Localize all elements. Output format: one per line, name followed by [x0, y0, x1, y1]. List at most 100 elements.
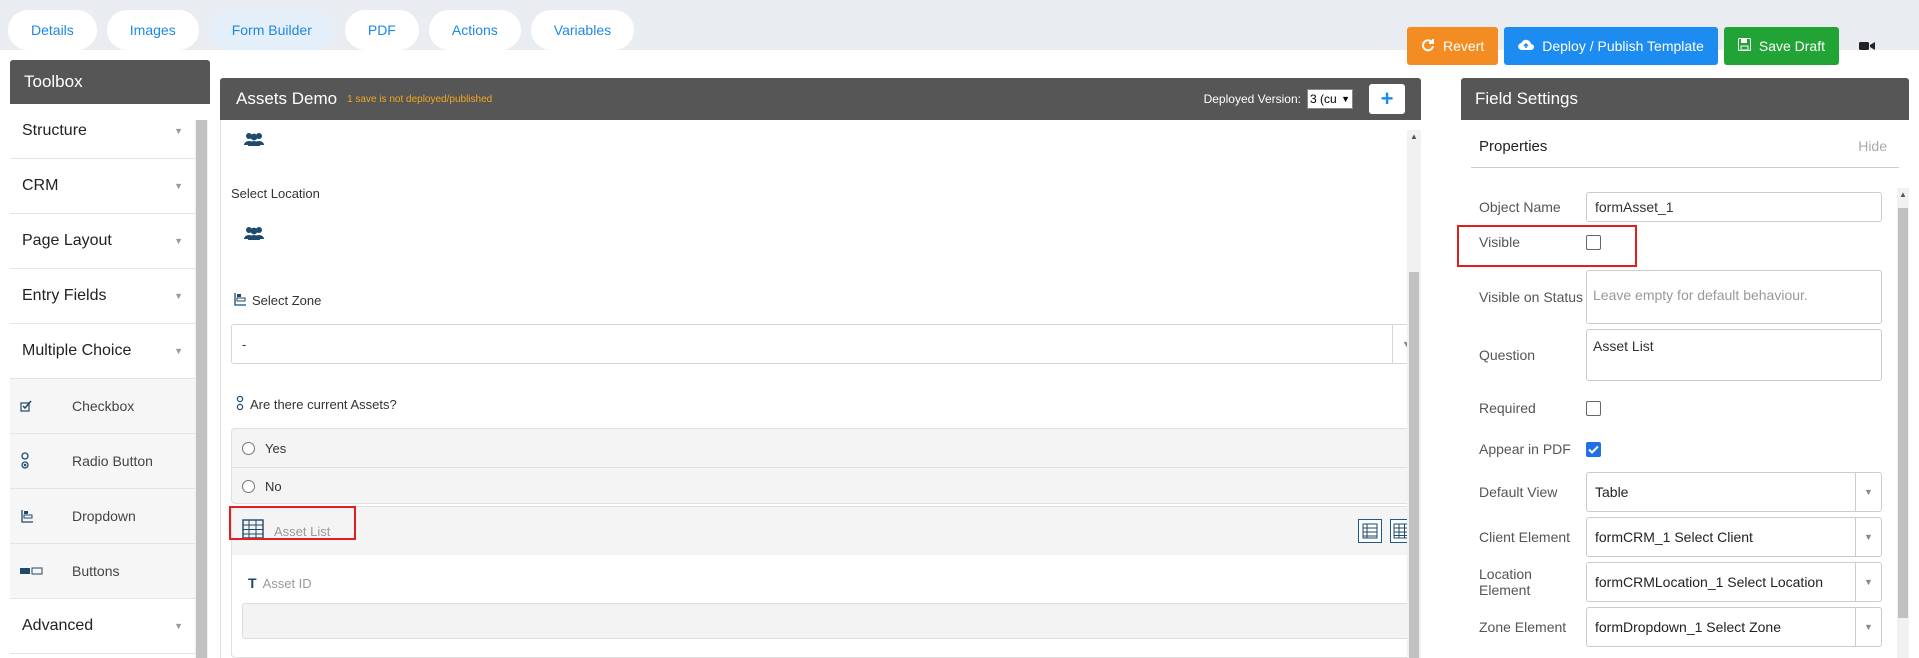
- deployed-version-label: Deployed Version:: [1203, 92, 1301, 106]
- radio-label: Yes: [265, 440, 287, 456]
- video-camera-icon[interactable]: [1853, 27, 1881, 65]
- caret-down-icon: ▼: [174, 291, 183, 301]
- scrollbar-thumb[interactable]: [1409, 272, 1419, 658]
- asset-list-header: Asset List: [232, 507, 1420, 555]
- toolbox-item-label: Buttons: [72, 563, 120, 579]
- deployed-version-select[interactable]: 3 (cu ▼: [1307, 89, 1353, 109]
- asset-id-input[interactable]: [242, 603, 1410, 639]
- scroll-up-icon[interactable]: ▲: [1899, 190, 1907, 199]
- toolbox-category-page-layout[interactable]: Page Layout ▼: [10, 214, 195, 269]
- select-zone-label: Select Zone: [233, 292, 321, 309]
- scrollbar-thumb[interactable]: [1898, 208, 1908, 618]
- tab-form-builder[interactable]: Form Builder: [208, 10, 335, 50]
- radio-button[interactable]: [242, 480, 255, 493]
- properties-tab-bar: Properties Hide: [1471, 138, 1899, 168]
- scrollbar-thumb[interactable]: [196, 120, 207, 658]
- toolbox-category-label: CRM: [22, 177, 59, 194]
- caret-down-icon: ▼: [174, 621, 183, 631]
- tab-details[interactable]: Details: [8, 10, 97, 50]
- cloud-upload-icon: [1518, 38, 1535, 55]
- save-draft-button[interactable]: Save Draft: [1723, 27, 1839, 65]
- caret-down-icon: ▼: [174, 181, 183, 191]
- asset-list-field[interactable]: Asset List T Asset ID: [231, 506, 1421, 658]
- toolbox-title: Toolbox: [10, 60, 210, 104]
- tab-variables[interactable]: Variables: [530, 10, 635, 50]
- toolbox-category-entry-fields[interactable]: Entry Fields ▼: [10, 269, 195, 324]
- caret-down-icon: ▼: [174, 346, 183, 356]
- revert-button[interactable]: Revert: [1407, 27, 1499, 65]
- toolbox-scrollbar[interactable]: [195, 120, 208, 658]
- visible-status-input[interactable]: Leave empty for default behaviour.: [1586, 270, 1882, 324]
- view-toggle: [1358, 519, 1414, 543]
- location-element-label: Location Element: [1479, 566, 1532, 598]
- tab-pdf[interactable]: PDF: [344, 10, 419, 50]
- field-settings-title: Field Settings: [1461, 78, 1909, 120]
- toolbox-list: Structure ▼ CRM ▼ Page Layout ▼ Entry Field…: [10, 104, 195, 654]
- caret-down-icon: ▼: [174, 236, 183, 246]
- toolbox-category-label: Advanced: [22, 617, 94, 634]
- canvas-scrollbar[interactable]: ▲: [1407, 130, 1421, 658]
- toolbox-category-structure[interactable]: Structure ▼: [10, 104, 195, 159]
- toolbox-item-label: Checkbox: [72, 398, 135, 414]
- toolbox-category-crm[interactable]: CRM ▼: [10, 159, 195, 214]
- form-builder-panel: Assets Demo 1 save is not deployed/publi…: [220, 78, 1421, 658]
- toolbox-category-multiple-choice[interactable]: Multiple Choice ▼: [10, 324, 195, 379]
- users-icon[interactable]: [243, 132, 265, 146]
- object-name-input[interactable]: formAsset_1: [1586, 192, 1882, 222]
- list-view-icon[interactable]: [1358, 519, 1382, 543]
- required-label: Required: [1479, 400, 1536, 416]
- deploy-status-note: 1 save is not deployed/published: [347, 93, 493, 105]
- question-input[interactable]: Asset List: [1586, 329, 1882, 381]
- radio-button[interactable]: [242, 441, 255, 455]
- zone-element-select[interactable]: formDropdown_1 Select Zone ▼: [1586, 607, 1882, 647]
- zone-element-value: formDropdown_1 Select Zone: [1595, 619, 1781, 635]
- zone-select[interactable]: - ▼: [231, 324, 1421, 364]
- scroll-up-icon[interactable]: ▲: [1410, 132, 1418, 141]
- toolbox-item-buttons[interactable]: Buttons: [10, 544, 195, 599]
- toolbox-panel: Toolbox Structure ▼ CRM ▼ Page Layout ▼ Ent…: [10, 60, 210, 658]
- toolbox-category-advanced[interactable]: Advanced ▼: [10, 599, 195, 654]
- visible-status-row: Visible on Status Leave empty for defaul…: [1471, 270, 1901, 324]
- visible-status-placeholder: Leave empty for default behaviour.: [1593, 287, 1808, 303]
- chevron-down-icon: ▼: [1855, 518, 1881, 556]
- asset-id-text: Asset ID: [262, 575, 312, 591]
- radio-option-yes[interactable]: Yes: [232, 429, 1420, 467]
- default-view-select[interactable]: Table ▼: [1586, 472, 1882, 512]
- toolbox-item-dropdown[interactable]: Dropdown: [10, 489, 195, 544]
- radio-option-no[interactable]: No: [232, 467, 1420, 505]
- appear-in-pdf-checkbox[interactable]: [1586, 441, 1601, 457]
- chevron-down-icon: ▼: [1341, 94, 1350, 104]
- location-element-row: Location Element formCRMLocation_1 Selec…: [1471, 562, 1901, 602]
- default-view-row: Default View Table ▼: [1471, 472, 1901, 512]
- hide-link[interactable]: Hide: [1858, 138, 1887, 154]
- client-element-value: formCRM_1 Select Client: [1595, 529, 1753, 545]
- deploy-label: Deploy / Publish Template: [1542, 38, 1704, 54]
- toolbox-item-label: Dropdown: [72, 508, 136, 524]
- tab-properties[interactable]: Properties: [1471, 138, 1547, 155]
- default-view-label: Default View: [1479, 484, 1558, 500]
- client-element-row: Client Element formCRM_1 Select Client ▼: [1471, 517, 1901, 557]
- deployed-version-value: 3 (cu: [1310, 92, 1337, 106]
- tab-actions[interactable]: Actions: [428, 10, 521, 50]
- deploy-button[interactable]: Deploy / Publish Template: [1504, 27, 1718, 65]
- chevron-down-icon: ▼: [1855, 608, 1881, 646]
- settings-scrollbar[interactable]: ▲: [1897, 188, 1909, 658]
- location-element-value: formCRMLocation_1 Select Location: [1595, 574, 1824, 590]
- add-field-button[interactable]: +: [1369, 84, 1405, 114]
- toolbox-category-label: Page Layout: [22, 232, 112, 249]
- toolbox-category-label: Entry Fields: [22, 287, 107, 304]
- revert-label: Revert: [1443, 38, 1485, 54]
- tab-images[interactable]: Images: [106, 10, 199, 50]
- required-checkbox[interactable]: [1586, 400, 1601, 416]
- save-draft-label: Save Draft: [1758, 38, 1825, 54]
- toolbox-item-checkbox[interactable]: Checkbox: [10, 379, 195, 434]
- toolbox-category-label: Multiple Choice: [22, 342, 132, 359]
- text-field-icon: T: [248, 575, 257, 591]
- caret-down-icon: ▼: [174, 126, 183, 136]
- location-element-select[interactable]: formCRMLocation_1 Select Location ▼: [1586, 562, 1882, 602]
- header-actions: Revert Deploy / Publish Template Save Dr…: [1407, 27, 1881, 65]
- users-icon[interactable]: [243, 226, 265, 240]
- appear-in-pdf-row: Appear in PDF: [1471, 441, 1901, 457]
- client-element-select[interactable]: formCRM_1 Select Client ▼: [1586, 517, 1882, 557]
- toolbox-item-radio-button[interactable]: Radio Button: [10, 434, 195, 489]
